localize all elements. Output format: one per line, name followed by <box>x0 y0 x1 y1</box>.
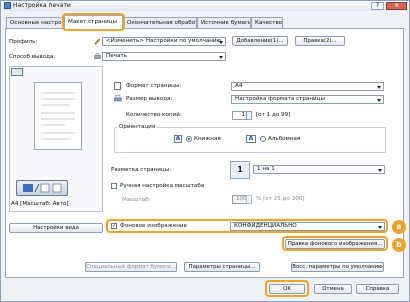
restore-defaults-button[interactable]: Восс. параметры по умолчанию <box>291 262 384 272</box>
callout-a-badge: a <box>392 220 406 234</box>
page-size-value: A4 <box>235 83 243 89</box>
page-layout-value: 1 на 1 <box>257 166 275 172</box>
callout-b-badge: b <box>392 238 406 252</box>
window-title: Настройка печати <box>13 2 71 9</box>
output-size-icon <box>114 95 122 103</box>
preview-toggle-icon <box>23 183 62 193</box>
tab-basic-settings[interactable]: Основные настройки <box>6 17 64 28</box>
watermark-checkbox[interactable]: ✓ <box>111 223 117 229</box>
chevron-down-icon <box>377 99 381 102</box>
portrait-radio[interactable] <box>186 136 192 142</box>
page-layout-select[interactable]: 1 на 1 <box>253 165 385 174</box>
output-size-label: Размер вывода: <box>126 96 173 102</box>
output-size-value: Настройка формата страницы <box>235 96 325 102</box>
page-size-select[interactable]: A4 <box>231 82 384 91</box>
view-settings-button[interactable]: Настройки вида <box>9 223 103 233</box>
tab-finishing[interactable]: Окончательная обработка <box>123 17 197 28</box>
chevron-down-icon <box>378 226 382 229</box>
profile-label: Профиль: <box>9 39 38 45</box>
page-options-button[interactable]: Параметры страницы... <box>184 262 260 272</box>
copies-stepper[interactable] <box>246 111 252 120</box>
landscape-icon: A <box>246 135 256 143</box>
page-preview <box>34 82 82 150</box>
custom-paper-size-button[interactable]: Специальный формат бумаги... <box>85 262 177 272</box>
scale-stepper[interactable] <box>246 195 252 204</box>
portrait-icon: A <box>174 135 182 143</box>
profile-select[interactable]: <Изменить> Настройки по умолчанию <box>102 37 226 46</box>
page-size-icon <box>114 82 121 90</box>
add-profile-button[interactable]: Добавление(1)... <box>232 36 288 46</box>
page-preview-lines <box>41 92 75 140</box>
landscape-label: Альбомная <box>268 136 301 142</box>
page-layout-label: Разметка страницы: <box>111 167 171 173</box>
page-layout-icon: 1 <box>230 161 250 179</box>
copies-label: Количество копий: <box>126 112 182 118</box>
chevron-down-icon <box>219 41 223 44</box>
tab-paper-source[interactable]: Источник бумаги <box>197 17 251 28</box>
cancel-button[interactable]: Отмена <box>314 284 352 294</box>
preview-mode-icon[interactable] <box>11 68 23 76</box>
watermark-select[interactable]: КОНФИДЕНЦИАЛЬНО <box>230 222 385 231</box>
copies-range: [от 1 до 99] <box>256 112 291 118</box>
title-help-button[interactable]: ? <box>371 2 384 10</box>
chevron-down-icon <box>219 56 223 59</box>
manual-scale-label: Ручная настройка масштаба <box>120 183 205 189</box>
preview-caption: A4 [Масштаб: Авто] <box>11 201 69 207</box>
scale-label: Масштаб: <box>122 197 151 203</box>
edit-profile-button[interactable]: Правка(2)... <box>295 36 345 46</box>
profile-value: <Изменить> Настройки по умолчанию <box>106 38 222 44</box>
manual-scale-checkbox[interactable] <box>111 183 117 189</box>
printer-app-icon <box>4 2 11 9</box>
tab-highlight <box>62 13 125 31</box>
watermark-value: КОНФИДЕНЦИАЛЬНО <box>234 223 297 229</box>
edit-watermark-button[interactable]: Правка фонового изображения... <box>285 239 385 249</box>
scale-range: % [от 25 до 200] <box>256 196 305 202</box>
close-button[interactable]: ✕ <box>386 2 407 10</box>
portrait-label: Книжная <box>194 136 221 142</box>
copies-value: 1 <box>241 112 245 118</box>
output-size-select[interactable]: Настройка формата страницы <box>231 95 384 104</box>
landscape-radio[interactable] <box>260 136 266 142</box>
chevron-down-icon <box>377 86 381 89</box>
page-size-label: Формат страницы: <box>126 83 182 89</box>
pencil-icon <box>94 38 101 45</box>
printer-icon <box>94 53 101 60</box>
output-method-label: Способ вывода: <box>9 54 56 60</box>
ok-button[interactable]: OK <box>269 284 305 294</box>
orientation-label: Ориентация <box>117 124 158 130</box>
watermark-label: Фоновое изображение <box>120 223 187 229</box>
output-method-value: Печать <box>106 53 127 59</box>
help-button[interactable]: Справка <box>356 284 399 294</box>
output-method-select[interactable]: Печать <box>102 52 226 61</box>
preview-view-toggle[interactable] <box>16 180 68 196</box>
tab-quality[interactable]: Качество <box>251 17 283 28</box>
chevron-down-icon <box>378 169 382 172</box>
